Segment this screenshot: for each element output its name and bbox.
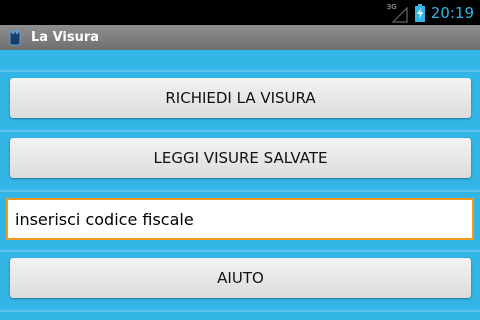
signal-icon: 3G	[387, 3, 409, 23]
app-icon[interactable]	[8, 29, 22, 46]
codice-fiscale-field[interactable]	[6, 198, 474, 240]
divider	[0, 70, 480, 72]
battery-charging-icon	[414, 3, 425, 22]
divider	[0, 190, 480, 192]
app-title: La Visura	[31, 30, 100, 45]
read-saved-visure-button[interactable]: LEGGI VISURE SALVATE	[10, 138, 471, 178]
status-icons: 3G 20:19	[387, 0, 474, 25]
codice-fiscale-input[interactable]	[15, 209, 472, 229]
clock: 20:19	[430, 3, 474, 22]
divider	[0, 130, 480, 132]
network-type-label: 3G	[386, 2, 397, 11]
status-bar: 3G 20:19	[0, 0, 480, 25]
divider	[0, 310, 480, 312]
divider	[0, 250, 480, 252]
action-bar: La Visura	[0, 25, 480, 50]
help-button[interactable]: AIUTO	[10, 258, 471, 298]
request-visura-button[interactable]: RICHIEDI LA VISURA	[10, 78, 471, 118]
